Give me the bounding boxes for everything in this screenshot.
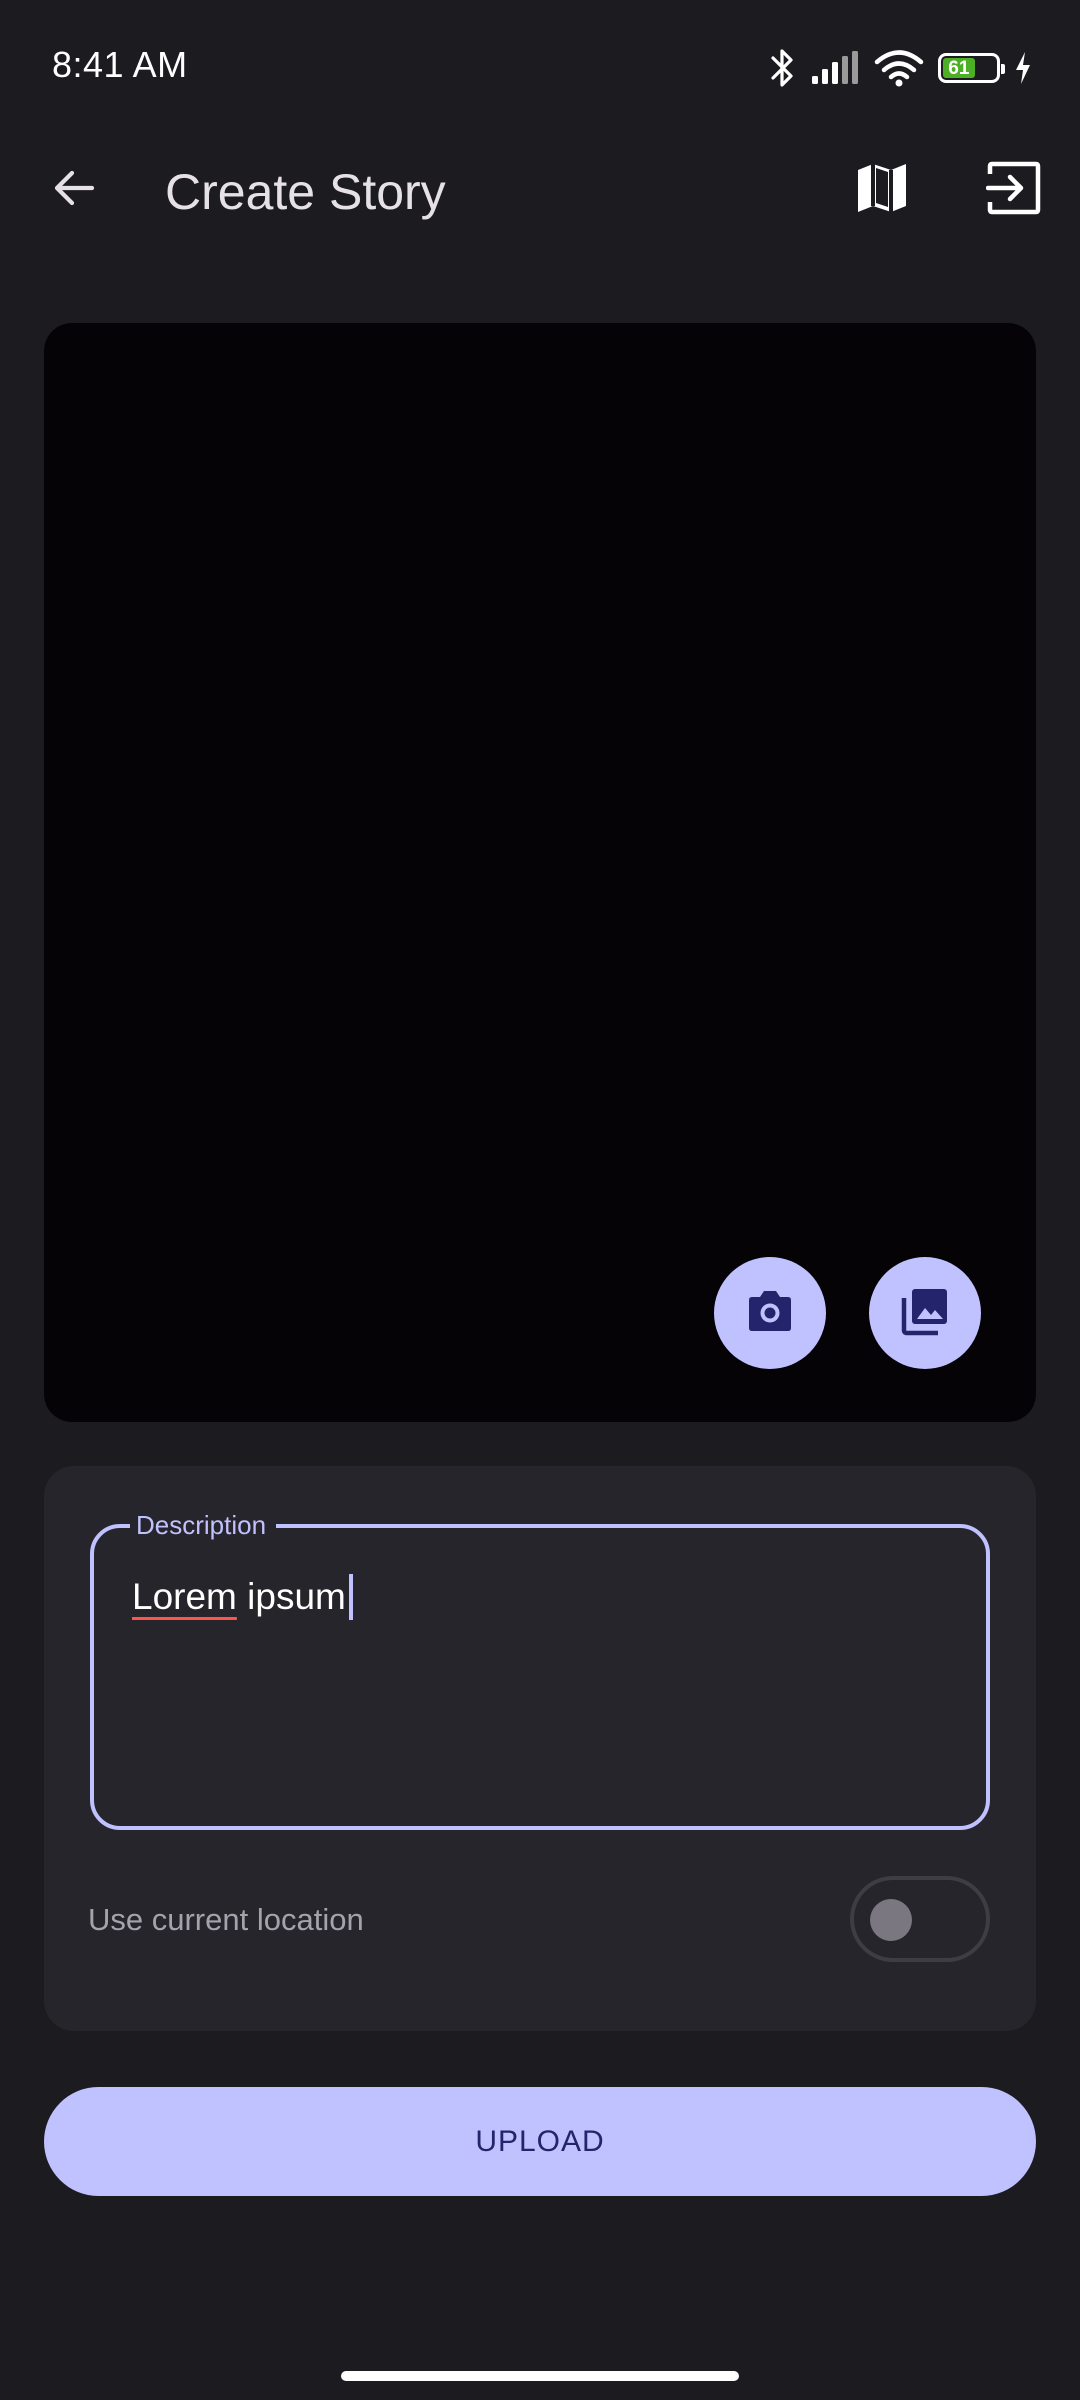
use-location-label: Use current location (88, 1902, 364, 1937)
description-text: ipsum (236, 1576, 346, 1617)
status-bar: 8:41 AM 61 (0, 0, 1080, 135)
use-location-switch[interactable] (850, 1876, 990, 1962)
logout-icon (985, 160, 1042, 221)
charging-icon (1014, 51, 1032, 85)
text-cursor (348, 1574, 353, 1620)
description-field[interactable]: Description Lorem ipsum (90, 1507, 990, 1830)
image-preview (44, 323, 1036, 1422)
camera-icon (745, 1288, 795, 1339)
map-button[interactable] (834, 142, 930, 238)
status-time: 8:41 AM (52, 44, 188, 85)
bluetooth-icon (770, 47, 796, 89)
description-label: Description (130, 1507, 277, 1543)
map-icon (855, 161, 909, 220)
wifi-icon (874, 49, 924, 87)
top-app-bar: Create Story (0, 135, 1080, 245)
switch-thumb (870, 1899, 912, 1941)
back-button[interactable] (26, 142, 122, 238)
status-icons: 61 (770, 44, 1032, 92)
photo-library-icon (900, 1286, 950, 1341)
logout-button[interactable] (966, 142, 1062, 238)
gallery-button[interactable] (869, 1257, 981, 1369)
page-title: Create Story (165, 164, 446, 220)
misspelled-word: Lorem (132, 1576, 237, 1617)
description-input[interactable]: Lorem ipsum (132, 1574, 353, 1620)
gesture-navigation-bar[interactable] (341, 2371, 739, 2381)
story-form-card: Description Lorem ipsum Use current loca… (44, 1466, 1036, 2031)
upload-button[interactable]: UPLOAD (44, 2087, 1036, 2196)
camera-button[interactable] (714, 1257, 826, 1369)
battery-level: 61 (943, 58, 975, 78)
arrow-back-icon (50, 164, 98, 217)
signal-icon (810, 50, 860, 86)
battery-icon: 61 (938, 53, 1005, 83)
